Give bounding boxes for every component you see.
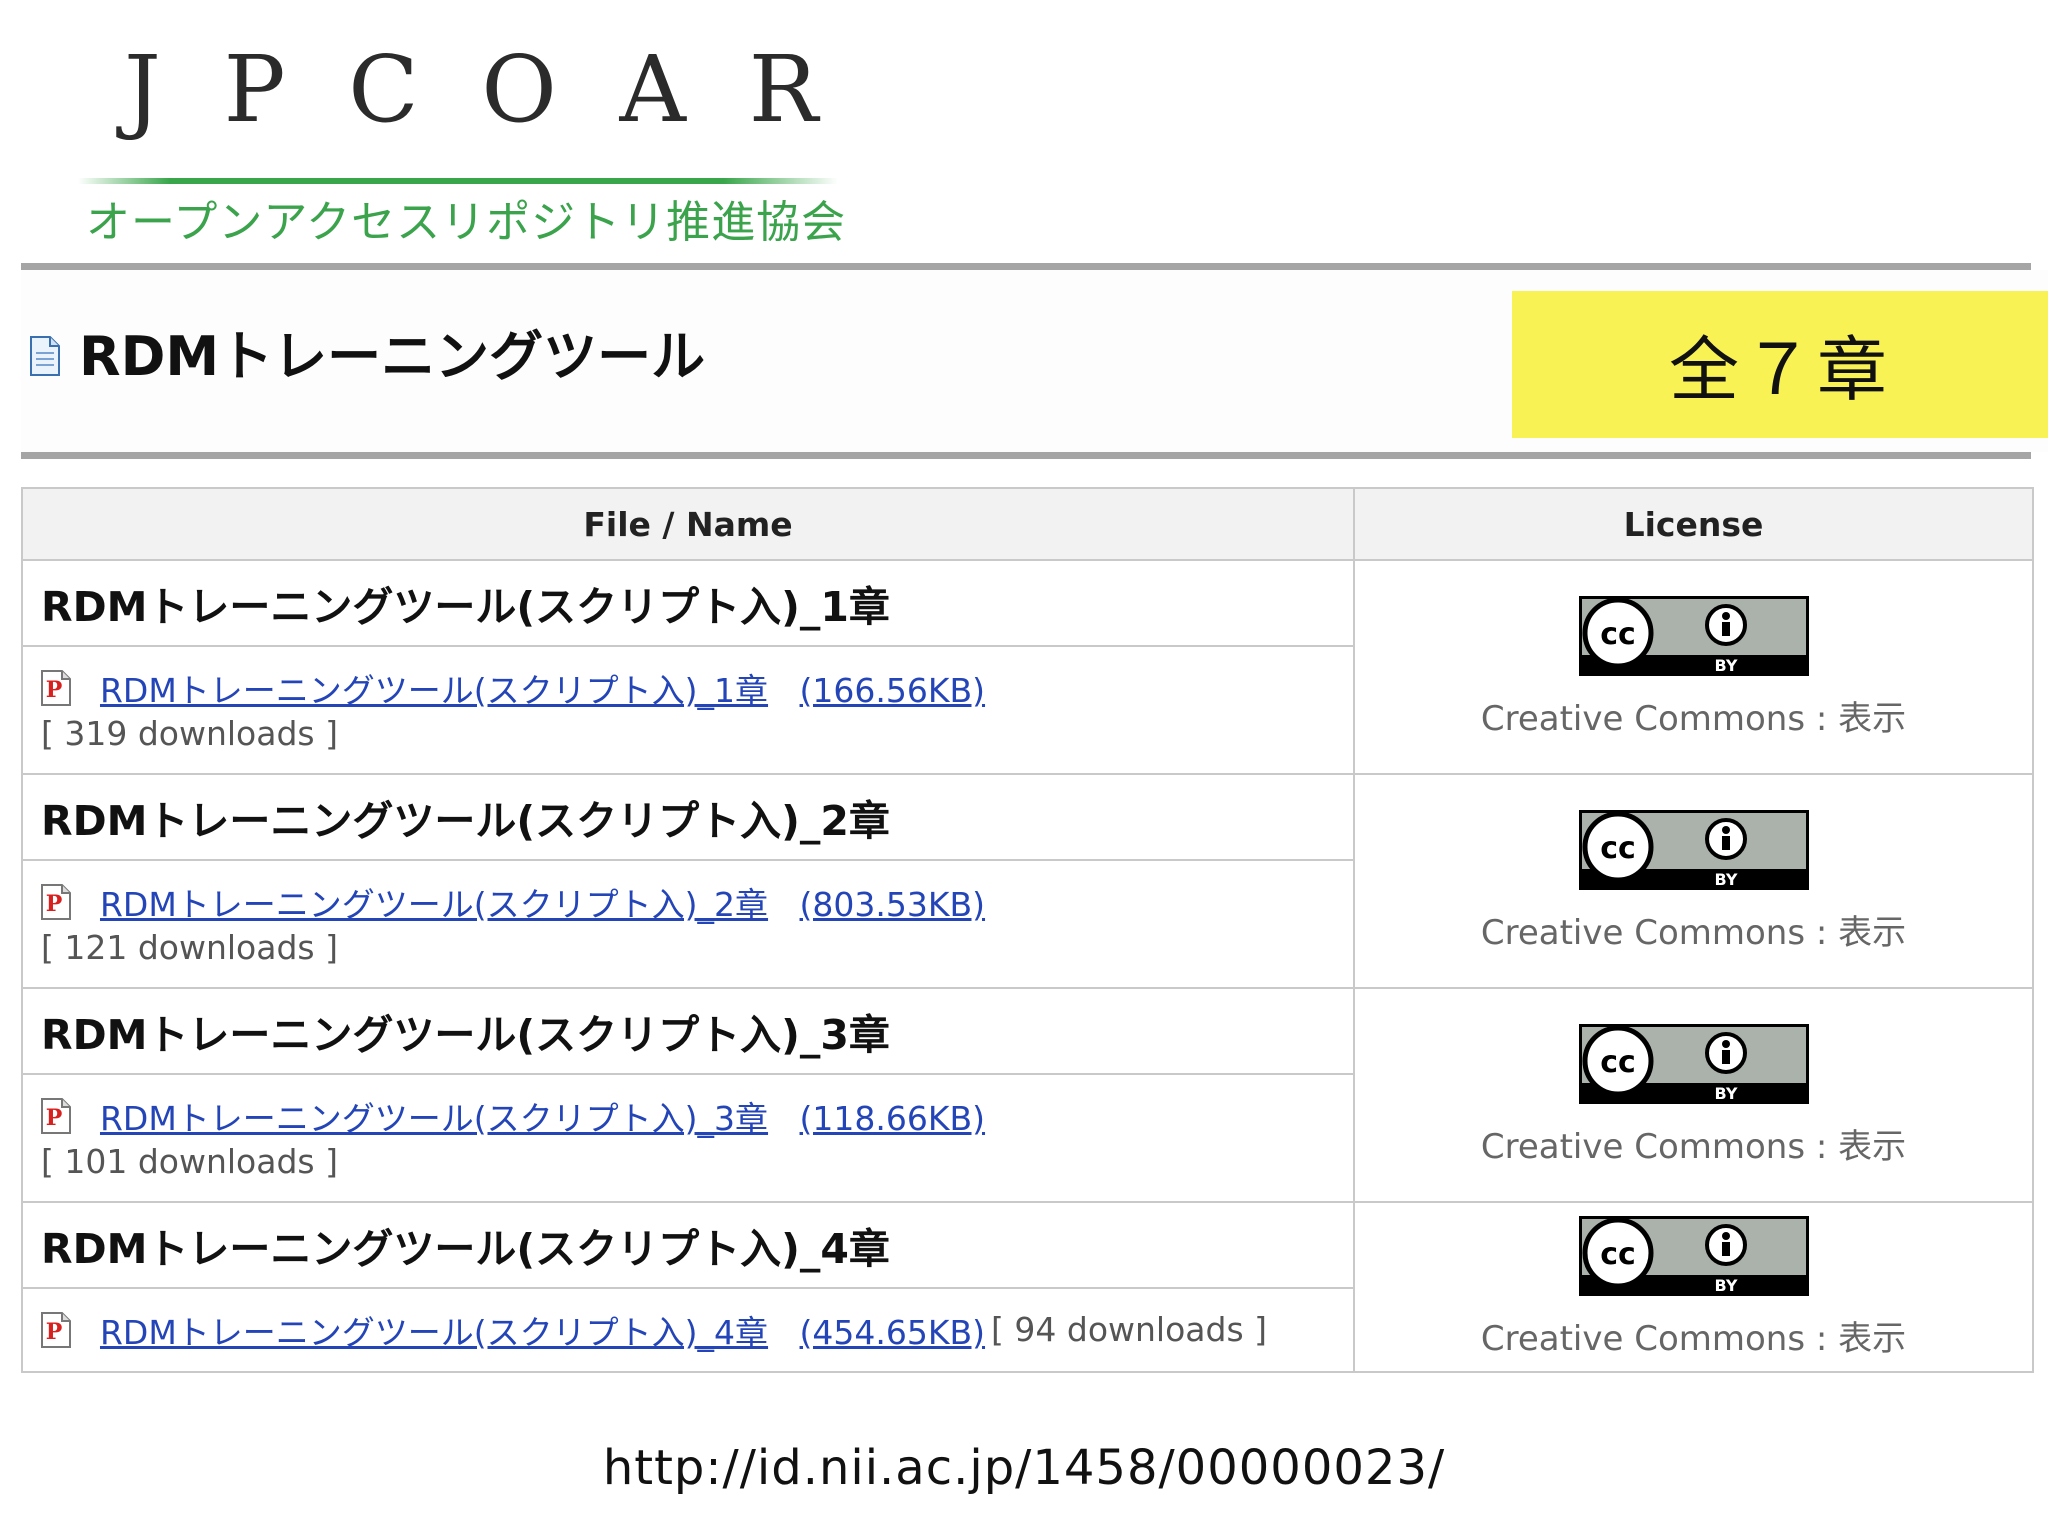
item-title: RDMトレーニングツール(スクリプト入)_3章 xyxy=(21,987,1355,1075)
file-download-link[interactable]: RDMトレーニングツール(スクリプト入)_1章 (166.56KB) xyxy=(79,664,985,712)
file-download-link[interactable]: RDMトレーニングツール(スクリプト入)_4章 (454.65KB) xyxy=(79,1306,985,1354)
page-title: RDMトレーニングツール xyxy=(79,325,706,388)
item-title: RDMトレーニングツール(スクリプト入)_4章 xyxy=(21,1201,1355,1289)
title-bottom-rule xyxy=(21,452,2031,459)
download-count: [ 121 downloads ] xyxy=(41,928,338,967)
file-cell: P RDMトレーニングツール(スクリプト入)_2章 (803.53KB) [ 1… xyxy=(21,859,1355,989)
svg-text:P: P xyxy=(46,677,63,703)
item-title: RDMトレーニングツール(スクリプト入)_1章 xyxy=(21,559,1355,647)
item-title: RDMトレーニングツール(スクリプト入)_2章 xyxy=(21,773,1355,861)
pdf-icon: P xyxy=(41,1312,71,1348)
table-row: RDMトレーニングツール(スクリプト入)_1章 cc BY Creative C… xyxy=(21,559,2034,775)
file-cell: P RDMトレーニングツール(スクリプト入)_4章 (454.65KB) [ 9… xyxy=(21,1287,1355,1373)
download-count: [ 319 downloads ] xyxy=(41,714,338,753)
logo-letter: R xyxy=(748,36,818,143)
document-icon xyxy=(30,336,60,376)
cc-by-icon[interactable]: cc BY xyxy=(1578,595,1810,677)
license-cell: cc BY Creative Commons : 表示 xyxy=(1353,773,2034,989)
pdf-icon: P xyxy=(41,884,71,920)
cc-by-icon[interactable]: cc BY xyxy=(1578,809,1810,891)
license-label: Creative Commons : 表示 xyxy=(1480,912,1907,953)
logo-subtitle: オープンアクセスリポジトリ推進協会 xyxy=(86,197,847,248)
file-download-link[interactable]: RDMトレーニングツール(スクリプト入)_3章 (118.66KB) xyxy=(79,1092,985,1140)
license-label: Creative Commons : 表示 xyxy=(1480,1126,1907,1167)
svg-text:cc: cc xyxy=(1600,831,1636,866)
logo-wordmark: J P C O A R xyxy=(78,40,818,140)
cc-by-icon[interactable]: cc BY xyxy=(1578,1023,1810,1105)
title-top-rule xyxy=(21,263,2031,270)
license-label: Creative Commons : 表示 xyxy=(1480,1318,1907,1359)
table-row: RDMトレーニングツール(スクリプト入)_4章 cc BY Creative C… xyxy=(21,1201,2034,1373)
svg-text:BY: BY xyxy=(1714,656,1737,675)
license-cell: cc BY Creative Commons : 表示 xyxy=(1353,987,2034,1203)
pdf-icon: P xyxy=(41,670,71,706)
svg-text:P: P xyxy=(46,1105,63,1131)
download-count: [ 94 downloads ] xyxy=(991,1310,1268,1349)
file-cell: P RDMトレーニングツール(スクリプト入)_3章 (118.66KB) [ 1… xyxy=(21,1073,1355,1203)
column-header-file-name: File / Name xyxy=(21,487,1355,561)
logo-letter: O xyxy=(481,36,557,143)
svg-text:P: P xyxy=(46,1319,63,1345)
svg-text:cc: cc xyxy=(1600,617,1636,652)
table-row: RDMトレーニングツール(スクリプト入)_2章 cc BY Creative C… xyxy=(21,773,2034,989)
slide-page: J P C O A R オープンアクセスリポジトリ推進協会 RDMトレーニングツ… xyxy=(0,0,2048,1536)
logo-divider xyxy=(78,178,838,184)
table-header-row: File / Name License xyxy=(21,487,2034,561)
logo-letter: A xyxy=(619,36,686,143)
pdf-icon: P xyxy=(41,1098,71,1134)
svg-text:cc: cc xyxy=(1600,1045,1636,1080)
file-line: P RDMトレーニングツール(スクリプト入)_2章 (803.53KB) xyxy=(41,878,1353,926)
source-url: http://id.nii.ac.jp/1458/00000023/ xyxy=(602,1440,1446,1496)
cc-by-icon[interactable]: cc BY xyxy=(1578,1215,1810,1297)
file-line: P RDMトレーニングツール(スクリプト入)_4章 (454.65KB) [ 9… xyxy=(41,1306,1353,1354)
svg-text:cc: cc xyxy=(1600,1237,1636,1272)
column-header-license: License xyxy=(1353,487,2034,561)
file-line: P RDMトレーニングツール(スクリプト入)_3章 (118.66KB) xyxy=(41,1092,1353,1140)
logo-letter: P xyxy=(223,36,286,143)
svg-text:BY: BY xyxy=(1714,870,1737,889)
license-cell: cc BY Creative Commons : 表示 xyxy=(1353,559,2034,775)
jpcoar-logo: J P C O A R オープンアクセスリポジトリ推進協会 xyxy=(78,40,845,248)
svg-text:BY: BY xyxy=(1714,1276,1737,1295)
svg-text:P: P xyxy=(46,891,63,917)
chapter-count-badge: 全７章 xyxy=(1512,291,2048,438)
license-label: Creative Commons : 表示 xyxy=(1480,698,1907,739)
file-cell: P RDMトレーニングツール(スクリプト入)_1章 (166.56KB) [ 3… xyxy=(21,645,1355,775)
file-table: File / Name License RDMトレーニングツール(スクリプト入)… xyxy=(21,487,2034,1373)
download-count: [ 101 downloads ] xyxy=(41,1142,338,1181)
svg-text:BY: BY xyxy=(1714,1084,1737,1103)
file-line: P RDMトレーニングツール(スクリプト入)_1章 (166.56KB) xyxy=(41,664,1353,712)
license-cell: cc BY Creative Commons : 表示 xyxy=(1353,1201,2034,1373)
table-row: RDMトレーニングツール(スクリプト入)_3章 cc BY Creative C… xyxy=(21,987,2034,1203)
file-download-link[interactable]: RDMトレーニングツール(スクリプト入)_2章 (803.53KB) xyxy=(79,878,985,926)
logo-letter: C xyxy=(348,36,419,143)
logo-letter: J xyxy=(124,36,161,143)
